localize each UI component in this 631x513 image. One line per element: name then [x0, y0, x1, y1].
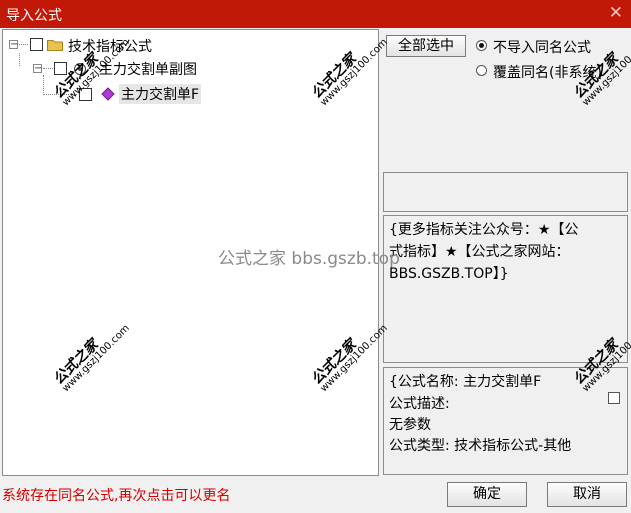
radio-overwrite-icon[interactable] — [476, 65, 487, 76]
detail-line-1: {公式名称: 主力交割单F — [389, 374, 542, 390]
radio-skip-label: 不导入同名公式 — [493, 40, 591, 56]
collapse-icon[interactable]: − — [9, 40, 18, 50]
empty-field[interactable] — [383, 172, 628, 212]
child-checkbox[interactable] — [54, 62, 67, 75]
close-icon[interactable]: ✕ — [609, 3, 623, 23]
folder-icon — [47, 40, 63, 51]
tree-label-leaf[interactable]: 主力交割单F — [119, 84, 202, 104]
detail-line-3: 无参数 — [389, 417, 431, 433]
root-checkbox[interactable] — [30, 38, 43, 51]
cancel-button[interactable]: 取消 — [547, 482, 627, 507]
select-all-button[interactable]: 全部选中 — [386, 35, 466, 57]
status-message: 系统存在同名公式,再次点击可以更名 — [2, 488, 231, 504]
center-watermark: 公式之家 bbs.gszb.top — [218, 249, 400, 269]
window-title: 导入公式 — [6, 8, 62, 24]
detail-checkbox[interactable] — [608, 392, 620, 404]
detail-line-2: 公式描述: — [389, 396, 450, 412]
tree-node-child[interactable]: − 主力交割单副图 — [33, 59, 233, 79]
radio-skip-duplicates[interactable]: 不导入同名公式 — [476, 37, 626, 56]
detail-line-4: 公式类型: 技术指标公式-其他 — [389, 438, 572, 454]
title-bar: 导入公式 ✕ — [0, 0, 631, 28]
info-panel: {更多指标关注公众号：★【公 式指标】★【公式之家网站： BBS.GSZB.TO… — [383, 215, 628, 363]
ok-button[interactable]: 确定 — [447, 482, 527, 507]
info-line-3: BBS.GSZB.TOP】} — [389, 266, 509, 282]
info-line-1: {更多指标关注公众号：★【公 — [389, 222, 579, 238]
formula-diamond-icon — [101, 87, 115, 101]
radio-skip-icon[interactable] — [476, 40, 487, 51]
collapse-icon[interactable]: − — [33, 64, 42, 74]
info-line-2: 式指标】★【公式之家网站： — [389, 244, 570, 260]
